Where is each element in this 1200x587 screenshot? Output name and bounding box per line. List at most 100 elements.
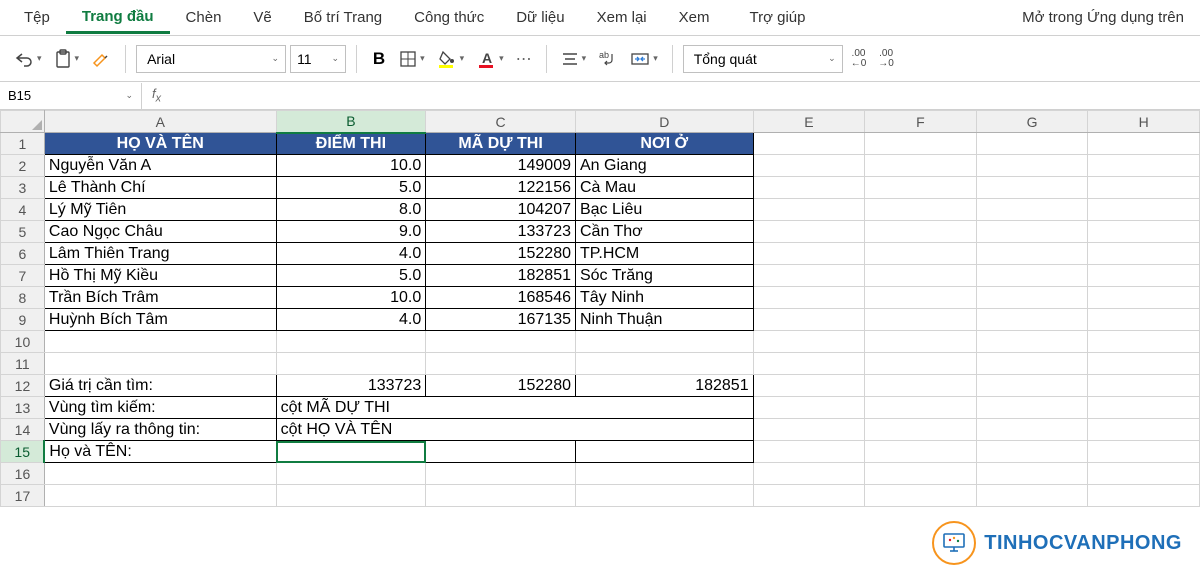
cell[interactable]	[753, 463, 865, 485]
cell[interactable]	[753, 177, 865, 199]
cell[interactable]	[276, 463, 426, 485]
cell[interactable]	[1088, 331, 1200, 353]
cell[interactable]	[753, 419, 865, 441]
cell[interactable]	[865, 331, 977, 353]
cell[interactable]: Tây Ninh	[575, 287, 753, 309]
cell[interactable]	[976, 177, 1088, 199]
cell[interactable]: 122156	[426, 177, 576, 199]
cell[interactable]: 4.0	[276, 243, 426, 265]
cell[interactable]	[426, 331, 576, 353]
cell[interactable]: 168546	[426, 287, 576, 309]
cell[interactable]	[575, 353, 753, 375]
cell[interactable]: 5.0	[276, 265, 426, 287]
cell[interactable]	[1088, 177, 1200, 199]
cell[interactable]	[753, 397, 865, 419]
row-header-13[interactable]: 13	[1, 397, 45, 419]
cell[interactable]: 5.0	[276, 177, 426, 199]
cell[interactable]: Lý Mỹ Tiên	[44, 199, 276, 221]
cell[interactable]	[1088, 133, 1200, 155]
row-header-1[interactable]: 1	[1, 133, 45, 155]
row-header-12[interactable]: 12	[1, 375, 45, 397]
row-header-8[interactable]: 8	[1, 287, 45, 309]
column-header-A[interactable]: A	[44, 111, 276, 133]
cell[interactable]: 182851	[575, 375, 753, 397]
cell[interactable]: 9.0	[276, 221, 426, 243]
cell[interactable]	[1088, 397, 1200, 419]
cell[interactable]	[1088, 353, 1200, 375]
cell[interactable]	[865, 309, 977, 331]
cell[interactable]: 133723	[276, 375, 426, 397]
cell[interactable]	[753, 375, 865, 397]
cell[interactable]	[44, 353, 276, 375]
decrease-decimal-button[interactable]: .00→0	[874, 44, 898, 74]
cell[interactable]: Nguyễn Văn A	[44, 155, 276, 177]
row-header-4[interactable]: 4	[1, 199, 45, 221]
cell[interactable]	[1088, 265, 1200, 287]
row-header-3[interactable]: 3	[1, 177, 45, 199]
cell[interactable]: 149009	[426, 155, 576, 177]
cell[interactable]: An Giang	[575, 155, 753, 177]
cell[interactable]	[276, 331, 426, 353]
cell[interactable]	[865, 353, 977, 375]
cell[interactable]	[976, 221, 1088, 243]
cell[interactable]: 182851	[426, 265, 576, 287]
cell[interactable]: TP.HCM	[575, 243, 753, 265]
row-header-10[interactable]: 10	[1, 331, 45, 353]
cell[interactable]: 167135	[426, 309, 576, 331]
cell[interactable]	[865, 265, 977, 287]
font-size-select[interactable]: 11 ⌄	[290, 45, 346, 73]
cell[interactable]: Cao Ngọc Châu	[44, 221, 276, 243]
align-button[interactable]: ▾	[557, 44, 591, 74]
cell[interactable]	[1088, 463, 1200, 485]
cell[interactable]	[976, 331, 1088, 353]
cell[interactable]	[426, 485, 576, 507]
more-font-button[interactable]: ⋯	[512, 44, 536, 74]
cell[interactable]: cột MÃ DỰ THI	[276, 397, 753, 419]
cell[interactable]	[1088, 243, 1200, 265]
cell[interactable]	[1088, 287, 1200, 309]
cell[interactable]	[753, 331, 865, 353]
column-header-G[interactable]: G	[976, 111, 1088, 133]
cell[interactable]: Ninh Thuận	[575, 309, 753, 331]
cell[interactable]: Giá trị cần tìm:	[44, 375, 276, 397]
clipboard-button[interactable]: ▾	[50, 44, 84, 74]
cell[interactable]	[976, 397, 1088, 419]
font-color-button[interactable]: A ▾	[472, 44, 508, 74]
cell[interactable]	[1088, 155, 1200, 177]
open-in-app-button[interactable]: Mở trong Ứng dụng trên	[1022, 9, 1192, 26]
cell[interactable]	[865, 441, 977, 463]
cell[interactable]: Sóc Trăng	[575, 265, 753, 287]
cell[interactable]	[976, 287, 1088, 309]
cell[interactable]: MÃ DỰ THI	[426, 133, 576, 155]
cell[interactable]	[976, 265, 1088, 287]
cell[interactable]	[753, 133, 865, 155]
cell[interactable]: 10.0	[276, 287, 426, 309]
cell[interactable]	[1088, 375, 1200, 397]
cell[interactable]: Lê Thành Chí	[44, 177, 276, 199]
format-painter-button[interactable]	[87, 44, 115, 74]
ribbon-tab-trang-đầu[interactable]: Trang đầu	[66, 2, 170, 34]
cell[interactable]: Trần Bích Trâm	[44, 287, 276, 309]
wrap-text-button[interactable]: ab	[594, 44, 622, 74]
ribbon-tab-xem-lại[interactable]: Xem lại	[581, 3, 663, 32]
cell[interactable]	[276, 485, 426, 507]
cell[interactable]	[865, 397, 977, 419]
cell[interactable]	[426, 463, 576, 485]
cell[interactable]	[1088, 221, 1200, 243]
column-header-D[interactable]: D	[575, 111, 753, 133]
cell[interactable]	[753, 265, 865, 287]
cell[interactable]: Lâm Thiên Trang	[44, 243, 276, 265]
formula-input[interactable]	[171, 83, 1200, 109]
undo-button[interactable]: ▾	[10, 44, 46, 74]
cell[interactable]	[276, 353, 426, 375]
ribbon-tab-trợ-giúp[interactable]: Trợ giúp	[734, 3, 822, 32]
cell[interactable]: Hồ Thị Mỹ Kiều	[44, 265, 276, 287]
cell[interactable]	[753, 441, 865, 463]
row-header-14[interactable]: 14	[1, 419, 45, 441]
cell[interactable]	[1088, 419, 1200, 441]
cell[interactable]	[976, 375, 1088, 397]
cell[interactable]	[575, 441, 753, 463]
cell[interactable]	[753, 485, 865, 507]
increase-decimal-button[interactable]: .00←0	[847, 44, 871, 74]
ribbon-tab-vẽ[interactable]: Vẽ	[237, 3, 287, 32]
